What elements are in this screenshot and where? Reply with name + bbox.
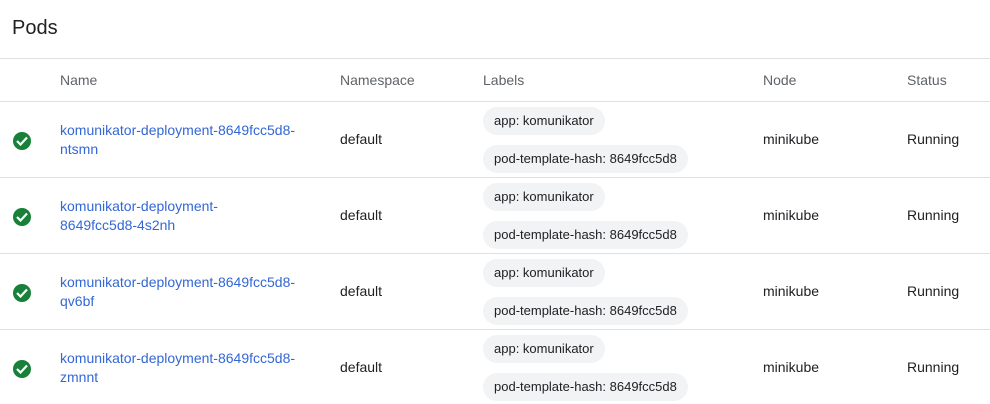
pod-namespace: default bbox=[340, 131, 383, 147]
pod-namespace: default bbox=[340, 283, 383, 299]
column-header-node[interactable]: Node bbox=[763, 72, 796, 88]
column-header-name[interactable]: Name bbox=[60, 72, 97, 88]
label-chip: pod-template-hash: 8649fcc5d8 bbox=[483, 145, 688, 173]
pod-status: Running bbox=[907, 359, 960, 375]
pod-status: Running bbox=[907, 283, 960, 299]
pod-name-link[interactable]: komunikator-deployment-8649fcc5d8- zmnnt bbox=[60, 349, 330, 387]
check-circle-icon bbox=[13, 284, 31, 302]
pod-name-line2: qv6bf bbox=[60, 293, 95, 309]
label-chip: pod-template-hash: 8649fcc5d8 bbox=[483, 297, 688, 325]
column-header-labels: Labels bbox=[483, 72, 525, 88]
label-chip: app: komunikator bbox=[483, 183, 605, 211]
table-row[interactable]: komunikator-deployment-8649fcc5d8- qv6bf… bbox=[0, 254, 990, 330]
check-circle-icon bbox=[13, 208, 31, 226]
label-chip: pod-template-hash: 8649fcc5d8 bbox=[483, 373, 688, 401]
label-chip: pod-template-hash: 8649fcc5d8 bbox=[483, 221, 688, 249]
table-row[interactable]: komunikator-deployment-8649fcc5d8- zmnnt… bbox=[0, 330, 990, 404]
pods-page: Pods Name Namespace Labels Node Status k… bbox=[0, 0, 990, 404]
label-chip: app: komunikator bbox=[483, 107, 605, 135]
table-row[interactable]: komunikator-deployment- 8649fcc5d8-4s2nh… bbox=[0, 178, 990, 254]
pod-name-line1: komunikator-deployment-8649fcc5d8- bbox=[60, 122, 296, 138]
pod-name-line2: zmnnt bbox=[60, 369, 99, 385]
pod-name-line1: komunikator-deployment-8649fcc5d8- bbox=[60, 350, 296, 366]
column-header-status[interactable]: Status bbox=[907, 72, 947, 88]
label-chip: app: komunikator bbox=[483, 259, 605, 287]
page-title: Pods bbox=[12, 17, 58, 39]
pod-name-line1: komunikator-deployment- bbox=[60, 198, 218, 214]
pod-node: minikube bbox=[763, 207, 820, 223]
pod-status: Running bbox=[907, 207, 960, 223]
label-chip: app: komunikator bbox=[483, 335, 605, 363]
table-row[interactable]: komunikator-deployment-8649fcc5d8- ntsmn… bbox=[0, 102, 990, 178]
pod-name-line1: komunikator-deployment-8649fcc5d8- bbox=[60, 274, 296, 290]
pod-node: minikube bbox=[763, 283, 820, 299]
pod-node: minikube bbox=[763, 131, 820, 147]
column-header-namespace[interactable]: Namespace bbox=[340, 72, 415, 88]
pod-name-line2: 8649fcc5d8-4s2nh bbox=[60, 217, 176, 233]
pod-status: Running bbox=[907, 131, 960, 147]
pod-node: minikube bbox=[763, 359, 820, 375]
pod-name-link[interactable]: komunikator-deployment- 8649fcc5d8-4s2nh bbox=[60, 197, 330, 235]
pod-name-line2: ntsmn bbox=[60, 141, 99, 157]
pod-name-link[interactable]: komunikator-deployment-8649fcc5d8- qv6bf bbox=[60, 273, 330, 311]
pod-name-link[interactable]: komunikator-deployment-8649fcc5d8- ntsmn bbox=[60, 121, 330, 159]
pod-namespace: default bbox=[340, 207, 383, 223]
check-circle-icon bbox=[13, 132, 31, 150]
check-circle-icon bbox=[13, 360, 31, 378]
table-header: Name Namespace Labels Node Status bbox=[0, 58, 990, 102]
pod-namespace: default bbox=[340, 359, 383, 375]
